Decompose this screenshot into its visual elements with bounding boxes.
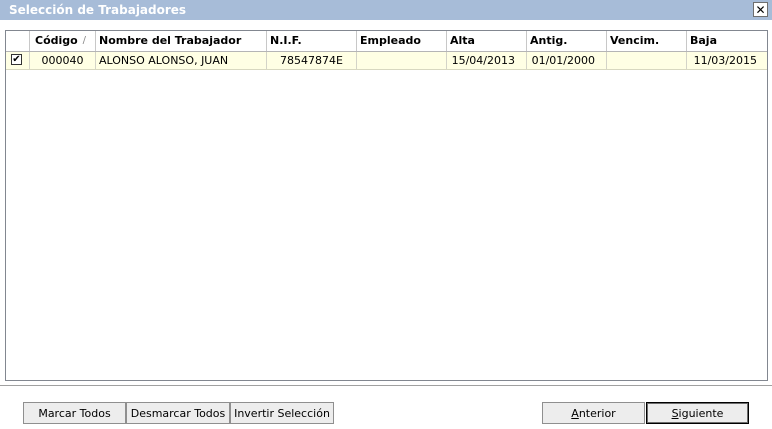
- column-header-nombre[interactable]: Nombre del Trabajador: [96, 31, 267, 51]
- column-header-codigo[interactable]: Código /: [30, 31, 96, 51]
- cell-alta: 15/04/2013: [447, 52, 527, 69]
- cell-vencim: [607, 52, 687, 69]
- column-header-label: Nombre del Trabajador: [99, 34, 242, 47]
- column-header-antig[interactable]: Antig.: [527, 31, 607, 51]
- column-header-label: Empleado: [360, 34, 421, 47]
- grid-header: Código / Nombre del Trabajador N.I.F. Em…: [6, 31, 767, 52]
- previous-button[interactable]: Anterior: [542, 402, 645, 424]
- divider: [0, 385, 772, 387]
- row-checkbox[interactable]: ✔: [11, 54, 22, 65]
- cell-codigo: 000040: [30, 52, 96, 69]
- close-icon[interactable]: ✕: [753, 2, 768, 17]
- cell-antig: 01/01/2000: [527, 52, 607, 69]
- next-label: iguiente: [678, 406, 724, 420]
- cell-nombre: ALONSO ALONSO, JUAN: [96, 52, 267, 69]
- column-header-label: Alta: [450, 34, 475, 47]
- column-header-baja[interactable]: Baja: [687, 31, 767, 51]
- table-row[interactable]: ✔ 000040 ALONSO ALONSO, JUAN 78547874E 1…: [6, 52, 767, 70]
- row-check-cell[interactable]: ✔: [6, 52, 30, 69]
- previous-mnemonic: A: [571, 406, 579, 420]
- cell-empleado: [357, 52, 447, 69]
- close-glyph: ✕: [755, 2, 766, 17]
- cell-nif: 78547874E: [267, 52, 357, 69]
- next-button[interactable]: Siguiente: [646, 402, 749, 424]
- sort-ascending-icon: /: [82, 35, 86, 46]
- next-mnemonic: S: [671, 406, 679, 420]
- column-header-nif[interactable]: N.I.F.: [267, 31, 357, 51]
- invert-selection-button[interactable]: Invertir Selección: [230, 402, 334, 424]
- unmark-all-button[interactable]: Desmarcar Todos: [126, 402, 230, 424]
- column-header-label: Baja: [690, 34, 718, 47]
- workers-grid[interactable]: Código / Nombre del Trabajador N.I.F. Em…: [5, 30, 768, 381]
- column-header-label: Antig.: [530, 34, 568, 47]
- cell-baja: 11/03/2015: [693, 54, 757, 67]
- column-header-label: Vencim.: [610, 34, 660, 47]
- title-bar: Selección de Trabajadores ✕: [0, 0, 772, 20]
- column-header-check[interactable]: [6, 31, 30, 51]
- dialog-body: Código / Nombre del Trabajador N.I.F. Em…: [0, 20, 772, 429]
- column-header-label: Código: [35, 34, 78, 47]
- column-header-vencim[interactable]: Vencim.: [607, 31, 687, 51]
- column-header-label: N.I.F.: [270, 34, 302, 47]
- column-header-empleado[interactable]: Empleado: [357, 31, 447, 51]
- mark-all-button[interactable]: Marcar Todos: [23, 402, 126, 424]
- previous-label: nterior: [578, 406, 616, 420]
- column-header-alta[interactable]: Alta: [447, 31, 527, 51]
- window-title: Selección de Trabajadores: [9, 3, 187, 17]
